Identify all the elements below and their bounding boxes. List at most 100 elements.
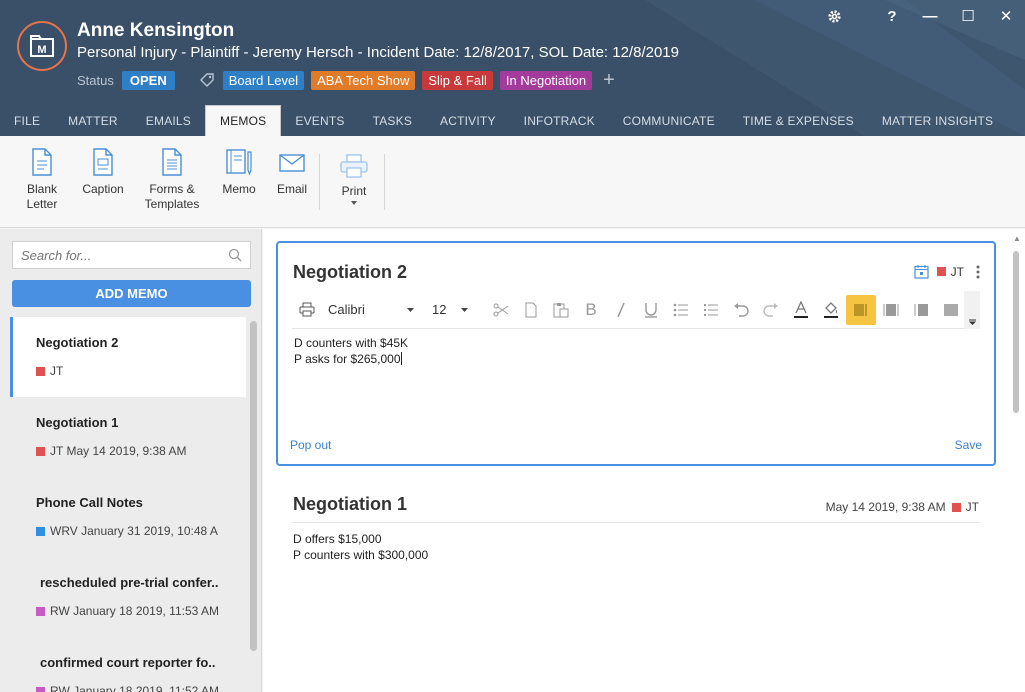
tag-icon — [199, 72, 215, 88]
tag-board-level[interactable]: Board Level — [222, 70, 305, 90]
memo-editor-body[interactable]: D counters with $45K P asks for $265,000 — [294, 335, 408, 367]
matter-description: Personal Injury - Plaintiff - Jeremy Her… — [77, 44, 679, 61]
print-icon[interactable] — [292, 295, 322, 325]
tab-communicate[interactable]: COMMUNICATE — [609, 105, 729, 136]
align-left-icon[interactable] — [846, 294, 876, 325]
tab-matter[interactable]: MATTER — [54, 105, 132, 136]
font-size-value: 12 — [432, 302, 447, 317]
printer-icon — [340, 154, 368, 178]
memo-view-body[interactable]: D offers $15,000 P counters with $300,00… — [293, 531, 979, 563]
memo-view-card: Negotiation 1 May 14 2019, 9:38 AM JT D … — [293, 494, 979, 563]
author-color-square — [951, 502, 961, 512]
memo-view-line: D offers $15,000 — [293, 532, 382, 546]
bold-icon[interactable]: B — [576, 295, 606, 325]
align-right-icon[interactable] — [906, 295, 936, 325]
editor-card-meta: JT — [914, 264, 980, 279]
memo-ribbon: Blank Letter Caption Forms & Templates M… — [0, 136, 1025, 228]
more-options-icon[interactable] — [976, 265, 980, 279]
font-family-select[interactable]: Calibri — [322, 298, 418, 322]
close-button[interactable]: ✕ — [987, 4, 1025, 28]
tab-file[interactable]: FILE — [0, 105, 54, 136]
settings-gear-icon[interactable] — [815, 4, 853, 28]
tab-infotrack[interactable]: INFOTRACK — [510, 105, 609, 136]
numbered-list-icon[interactable] — [696, 295, 726, 325]
font-size-select[interactable]: 12 — [428, 298, 470, 322]
author-color-square — [36, 526, 45, 536]
memo-list: Negotiation 2 JT Negotiation 1 JT May 14… — [10, 317, 246, 692]
text-cursor — [400, 352, 402, 365]
ribbon-separator — [319, 154, 320, 210]
editor-toolbar: Calibri 12 B — [292, 291, 980, 329]
memo-list-panel: ADD MEMO Negotiation 2 JT Negotiation 1 … — [0, 229, 262, 692]
chevron-down-icon — [407, 307, 414, 312]
memo-list-item[interactable]: rescheduled pre-trial confer.. RW Januar… — [10, 557, 246, 637]
tab-activity[interactable]: ACTIVITY — [426, 105, 510, 136]
memo-list-item[interactable]: Negotiation 2 JT — [10, 317, 246, 397]
add-memo-button[interactable]: ADD MEMO — [12, 280, 251, 307]
tab-matter-insights[interactable]: MATTER INSIGHTS — [868, 105, 1007, 136]
memo-meta: RW January 18 2019, 11:53 AM — [36, 604, 246, 618]
bullet-list-icon[interactable] — [666, 295, 696, 325]
add-tag-button[interactable]: + — [603, 70, 615, 90]
font-color-icon[interactable] — [786, 295, 816, 325]
forms-icon — [162, 148, 182, 176]
tab-events[interactable]: EVENTS — [281, 105, 358, 136]
author-color-square — [36, 446, 45, 456]
scroll-up-icon[interactable]: ▲ — [1013, 234, 1021, 243]
status-label: Status — [77, 72, 114, 88]
tag-aba-tech-show[interactable]: ABA Tech Show — [311, 70, 416, 90]
redo-icon[interactable] — [756, 295, 786, 325]
print-button[interactable]: Print — [336, 154, 372, 211]
underline-icon[interactable] — [636, 295, 666, 325]
forms-templates-button[interactable]: Forms & Templates — [142, 148, 202, 212]
calendar-icon[interactable] — [914, 264, 929, 279]
help-button[interactable]: ? — [873, 4, 911, 28]
tab-time-expenses[interactable]: TIME & EXPENSES — [729, 105, 868, 136]
italic-icon[interactable] — [606, 295, 636, 325]
tag-in-negotiation[interactable]: In Negotiation — [499, 70, 593, 90]
toolbar-overflow-button[interactable] — [964, 291, 980, 329]
content-scrollbar[interactable] — [1013, 251, 1019, 413]
search-input[interactable] — [21, 247, 228, 263]
chevron-down-icon — [968, 319, 976, 325]
cut-icon[interactable] — [486, 295, 516, 325]
undo-icon[interactable] — [726, 295, 756, 325]
maximize-button[interactable]: ☐ — [949, 4, 987, 28]
fill-color-icon[interactable] — [816, 295, 846, 325]
align-center-icon[interactable] — [876, 295, 906, 325]
memo-label: Memo — [222, 182, 256, 196]
paste-icon[interactable] — [546, 295, 576, 325]
svg-text:M: M — [37, 44, 46, 56]
caption-document-icon — [93, 148, 113, 176]
blank-letter-button[interactable]: Blank Letter — [22, 148, 62, 212]
tab-tasks[interactable]: TASKS — [359, 105, 426, 136]
editor-memo-title[interactable]: Negotiation 2 — [293, 262, 407, 283]
memo-list-scrollbar[interactable] — [250, 321, 257, 651]
minimize-button[interactable]: — — [911, 4, 949, 28]
search-icon[interactable] — [228, 248, 242, 262]
status-row: Status OPEN Board Level ABA Tech Show Sl… — [77, 70, 615, 90]
memo-meta: WRV January 31 2019, 10:48 A — [36, 524, 246, 538]
author-color-square — [36, 686, 45, 692]
memo-meta: RW January 18 2019, 11:52 AM — [36, 684, 246, 692]
memo-title: rescheduled pre-trial confer.. — [40, 575, 219, 590]
save-link[interactable]: Save — [955, 438, 982, 452]
font-family-value: Calibri — [328, 302, 365, 317]
pop-out-link[interactable]: Pop out — [290, 438, 331, 452]
author-color-square — [936, 267, 946, 276]
justify-icon[interactable] — [936, 295, 966, 325]
print-label: Print — [341, 184, 367, 198]
copy-icon[interactable] — [516, 295, 546, 325]
tab-emails[interactable]: EMAILS — [132, 105, 205, 136]
memo-meta: JT — [36, 364, 246, 378]
tag-slip-and-fall[interactable]: Slip & Fall — [422, 70, 493, 90]
memo-list-item[interactable]: confirmed court reporter fo.. RW January… — [10, 637, 246, 692]
status-badge[interactable]: OPEN — [121, 70, 175, 90]
memo-list-item[interactable]: Phone Call Notes WRV January 31 2019, 10… — [10, 477, 246, 557]
memo-list-item[interactable]: Negotiation 1 JT May 14 2019, 9:38 AM — [10, 397, 246, 477]
email-button[interactable]: Email — [274, 148, 310, 197]
caption-button[interactable]: Caption — [80, 148, 126, 197]
memo-button[interactable]: Memo — [219, 148, 259, 197]
tab-memos[interactable]: MEMOS — [205, 105, 282, 136]
blank-letter-label: Blank Letter — [26, 182, 58, 211]
